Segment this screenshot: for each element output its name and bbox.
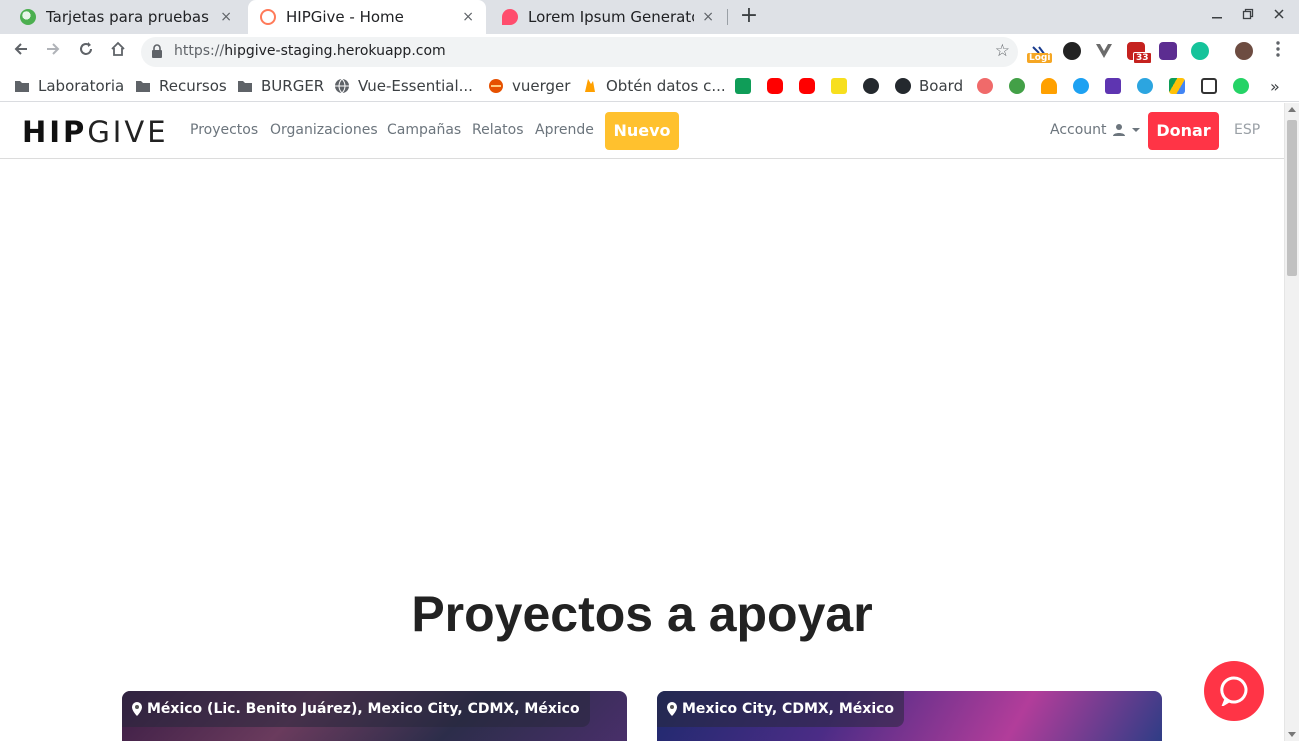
folder-icon [136, 81, 150, 92]
bookmark-burger[interactable]: BURGER [237, 76, 324, 96]
bookmark-obten-datos[interactable]: Obtén datos c... [582, 76, 726, 96]
nuevo-button[interactable]: Nuevo [605, 112, 679, 150]
forms-bookmark-icon[interactable] [1105, 78, 1121, 94]
camera-extension-icon[interactable] [1063, 42, 1081, 60]
map-pin-icon [667, 702, 677, 716]
scroll-down-icon[interactable] [1288, 732, 1296, 737]
language-toggle[interactable]: ESP [1234, 122, 1260, 138]
info-extension-icon[interactable] [1159, 42, 1177, 60]
tab-close-icon[interactable]: × [220, 9, 232, 25]
sheets-bookmark-icon[interactable] [735, 78, 751, 94]
tab-close-icon[interactable]: × [462, 9, 474, 25]
scroll-up-icon[interactable] [1288, 107, 1296, 112]
github-icon [895, 78, 911, 94]
lock-icon [152, 44, 162, 58]
close-window-icon[interactable] [1268, 6, 1290, 28]
new-tab-button[interactable]: + [737, 4, 761, 28]
map-pin-icon [132, 702, 142, 716]
project-card[interactable]: México (Lic. Benito Juárez), Mexico City… [122, 691, 627, 741]
page-scrollbar[interactable] [1284, 103, 1299, 741]
nav-organizaciones[interactable]: Organizaciones [270, 122, 378, 138]
youtube-bookmark-icon[interactable] [799, 78, 815, 94]
bookmark-recursos[interactable]: Recursos [135, 76, 227, 96]
location-tag: México (Lic. Benito Juárez), Mexico City… [122, 691, 590, 727]
drive-bookmark-icon[interactable] [1169, 78, 1185, 94]
bookmarks-bar: Laboratoria Recursos BURGER Vue-Essentia… [0, 70, 1299, 102]
site-navbar: HIPGIVE Proyectos Organizaciones Campaña… [0, 103, 1284, 159]
folder-icon [15, 81, 29, 92]
logi-extension-icon[interactable]: Logi [1027, 42, 1053, 63]
lorem-favicon-icon [502, 9, 518, 25]
bookmark-board[interactable]: Board [895, 76, 963, 96]
bookmark-vuerger[interactable]: vuerger [488, 76, 570, 96]
asana-bookmark-icon[interactable] [977, 78, 993, 94]
globe-stripe-icon [20, 9, 36, 25]
url-text: https://hipgive-staging.herokuapp.com [174, 43, 446, 59]
browser-toolbar: https://hipgive-staging.herokuapp.com ☆ … [0, 34, 1299, 70]
minimize-icon[interactable] [1206, 6, 1228, 28]
tab-title: Lorem Ipsum Generator [528, 8, 695, 26]
project-card[interactable]: Mexico City, CDMX, México [657, 691, 1162, 741]
more-bookmarks-icon[interactable]: » [1270, 76, 1280, 96]
nav-relatos[interactable]: Relatos [472, 122, 524, 138]
scrollbar-thumb[interactable] [1287, 120, 1297, 276]
burger-icon [489, 79, 503, 93]
tab-separator [727, 9, 728, 25]
address-bar[interactable]: https://hipgive-staging.herokuapp.com ☆ [141, 37, 1018, 67]
browser-tab-strip: Tarjetas para pruebas × HIPGive - Home ×… [0, 0, 1299, 34]
account-dropdown[interactable]: Account [1050, 122, 1141, 138]
user-icon [1112, 124, 1125, 136]
page-content: HIPGIVE Proyectos Organizaciones Campaña… [0, 103, 1284, 741]
restore-icon[interactable] [1237, 6, 1259, 28]
location-tag: Mexico City, CDMX, México [657, 691, 905, 727]
gmail-extension-icon[interactable]: 33 [1127, 42, 1152, 64]
nav-campanas[interactable]: Campañas [387, 122, 461, 138]
back-icon[interactable] [10, 41, 32, 63]
nav-proyectos[interactable]: Proyectos [190, 122, 258, 138]
firebase-icon [585, 79, 595, 92]
globe-icon [335, 78, 349, 94]
github-bookmark-icon[interactable] [863, 78, 879, 94]
reload-icon[interactable] [75, 41, 97, 63]
grammarly-icon[interactable] [1191, 42, 1209, 60]
chat-icon [1220, 676, 1248, 706]
section-title: Proyectos a apoyar [411, 586, 873, 642]
hipgive-logo[interactable]: HIPGIVE [22, 117, 169, 147]
home-icon[interactable] [107, 41, 129, 63]
twitter-bookmark-icon[interactable] [1073, 78, 1089, 94]
tab-title: Tarjetas para pruebas [46, 8, 209, 26]
tab-tarjetas[interactable]: Tarjetas para pruebas × [8, 0, 244, 34]
menu-dots-icon[interactable] [1267, 41, 1289, 63]
telegram-bookmark-icon[interactable] [1137, 78, 1153, 94]
s-bookmark-icon[interactable] [1009, 78, 1025, 94]
bookmark-star-icon[interactable]: ☆ [995, 41, 1010, 61]
firebase-bookmark-icon[interactable] [1041, 78, 1057, 94]
tab-hipgive[interactable]: HIPGive - Home × [248, 0, 486, 34]
folder-icon [238, 81, 252, 92]
code-bookmark-icon[interactable] [831, 78, 847, 94]
chat-widget-button[interactable] [1204, 661, 1264, 721]
whatsapp-bookmark-icon[interactable] [1233, 78, 1249, 94]
bookmark-laboratoria[interactable]: Laboratoria [14, 76, 124, 96]
vue-devtools-icon[interactable] [1095, 42, 1113, 60]
codepen-bookmark-icon[interactable] [1201, 78, 1217, 94]
forward-icon[interactable] [42, 41, 64, 63]
tab-title: HIPGive - Home [286, 8, 404, 26]
tab-lorem[interactable]: Lorem Ipsum Generator × [490, 0, 726, 34]
youtube-bookmark-icon[interactable] [767, 78, 783, 94]
nav-aprende[interactable]: Aprende [535, 122, 594, 138]
hipgive-favicon-icon [260, 9, 276, 25]
donar-button[interactable]: Donar [1148, 112, 1219, 150]
caret-down-icon [1131, 128, 1140, 132]
profile-avatar[interactable] [1235, 42, 1253, 60]
tab-close-icon[interactable]: × [702, 9, 714, 25]
bookmark-vue-essential[interactable]: Vue-Essential... [334, 76, 473, 96]
